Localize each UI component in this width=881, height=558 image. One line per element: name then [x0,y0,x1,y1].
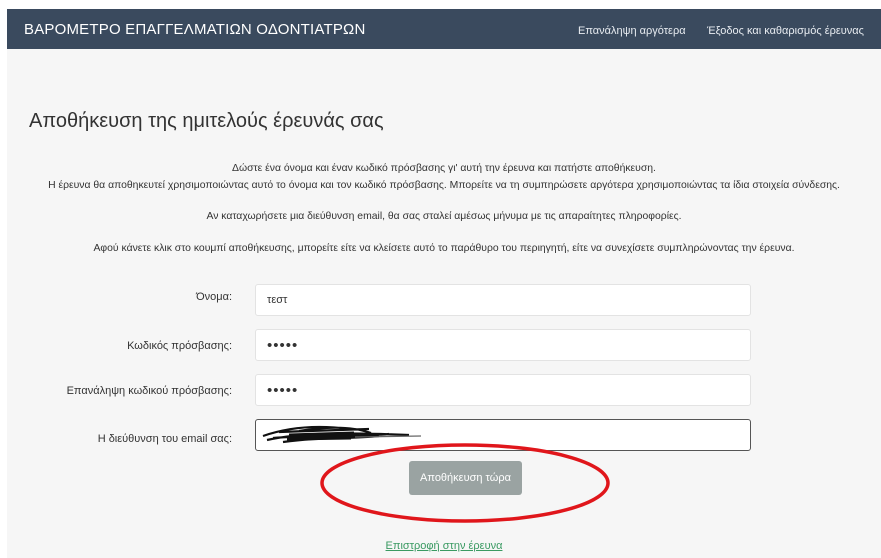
password-label: Κωδικός πρόσβασης: [127,340,232,352]
password-input[interactable] [255,329,751,361]
page-title: Αποθήκευση της ημιτελούς έρευνάς σας [29,110,384,132]
repeat-password-label: Επανάληψη κωδικού πρόσβασης: [66,385,232,397]
exit-and-clear-link[interactable]: Έξοδος και καθαρισμός έρευνας [707,25,864,37]
email-label: Η διεύθυνση του email σας: [97,433,232,445]
survey-title: ΒΑΡΟΜΕΤΡΟ ΕΠΑΓΓΕΛΜΑΤΙΩΝ ΟΔΟΝΤΙΑΤΡΩΝ [24,21,366,38]
repeat-password-input[interactable] [255,374,751,406]
name-label: Όνομα: [196,291,232,303]
intro-text: Δώστε ένα όνομα και έναν κωδικό πρόσβαση… [232,163,656,174]
intro-text: Αν καταχωρήσετε μια διεύθυνση email, θα … [206,211,682,222]
intro-text: Η έρευνα θα αποθηκευτεί χρησιμοποιώντας … [48,180,840,191]
top-navbar: ΒΑΡΟΜΕΤΡΟ ΕΠΑΓΓΕΛΜΑΤΙΩΝ ΟΔΟΝΤΙΑΤΡΩΝ Επαν… [7,9,881,49]
return-to-survey-link[interactable]: Επιστροφή στην έρευνα [7,540,881,552]
name-input[interactable] [255,284,751,316]
intro-text: Αφού κάνετε κλικ στο κουμπί αποθήκευσης,… [93,243,795,254]
annotation-red-circle [320,443,610,523]
resume-later-link[interactable]: Επανάληψη αργότερα [578,25,686,37]
